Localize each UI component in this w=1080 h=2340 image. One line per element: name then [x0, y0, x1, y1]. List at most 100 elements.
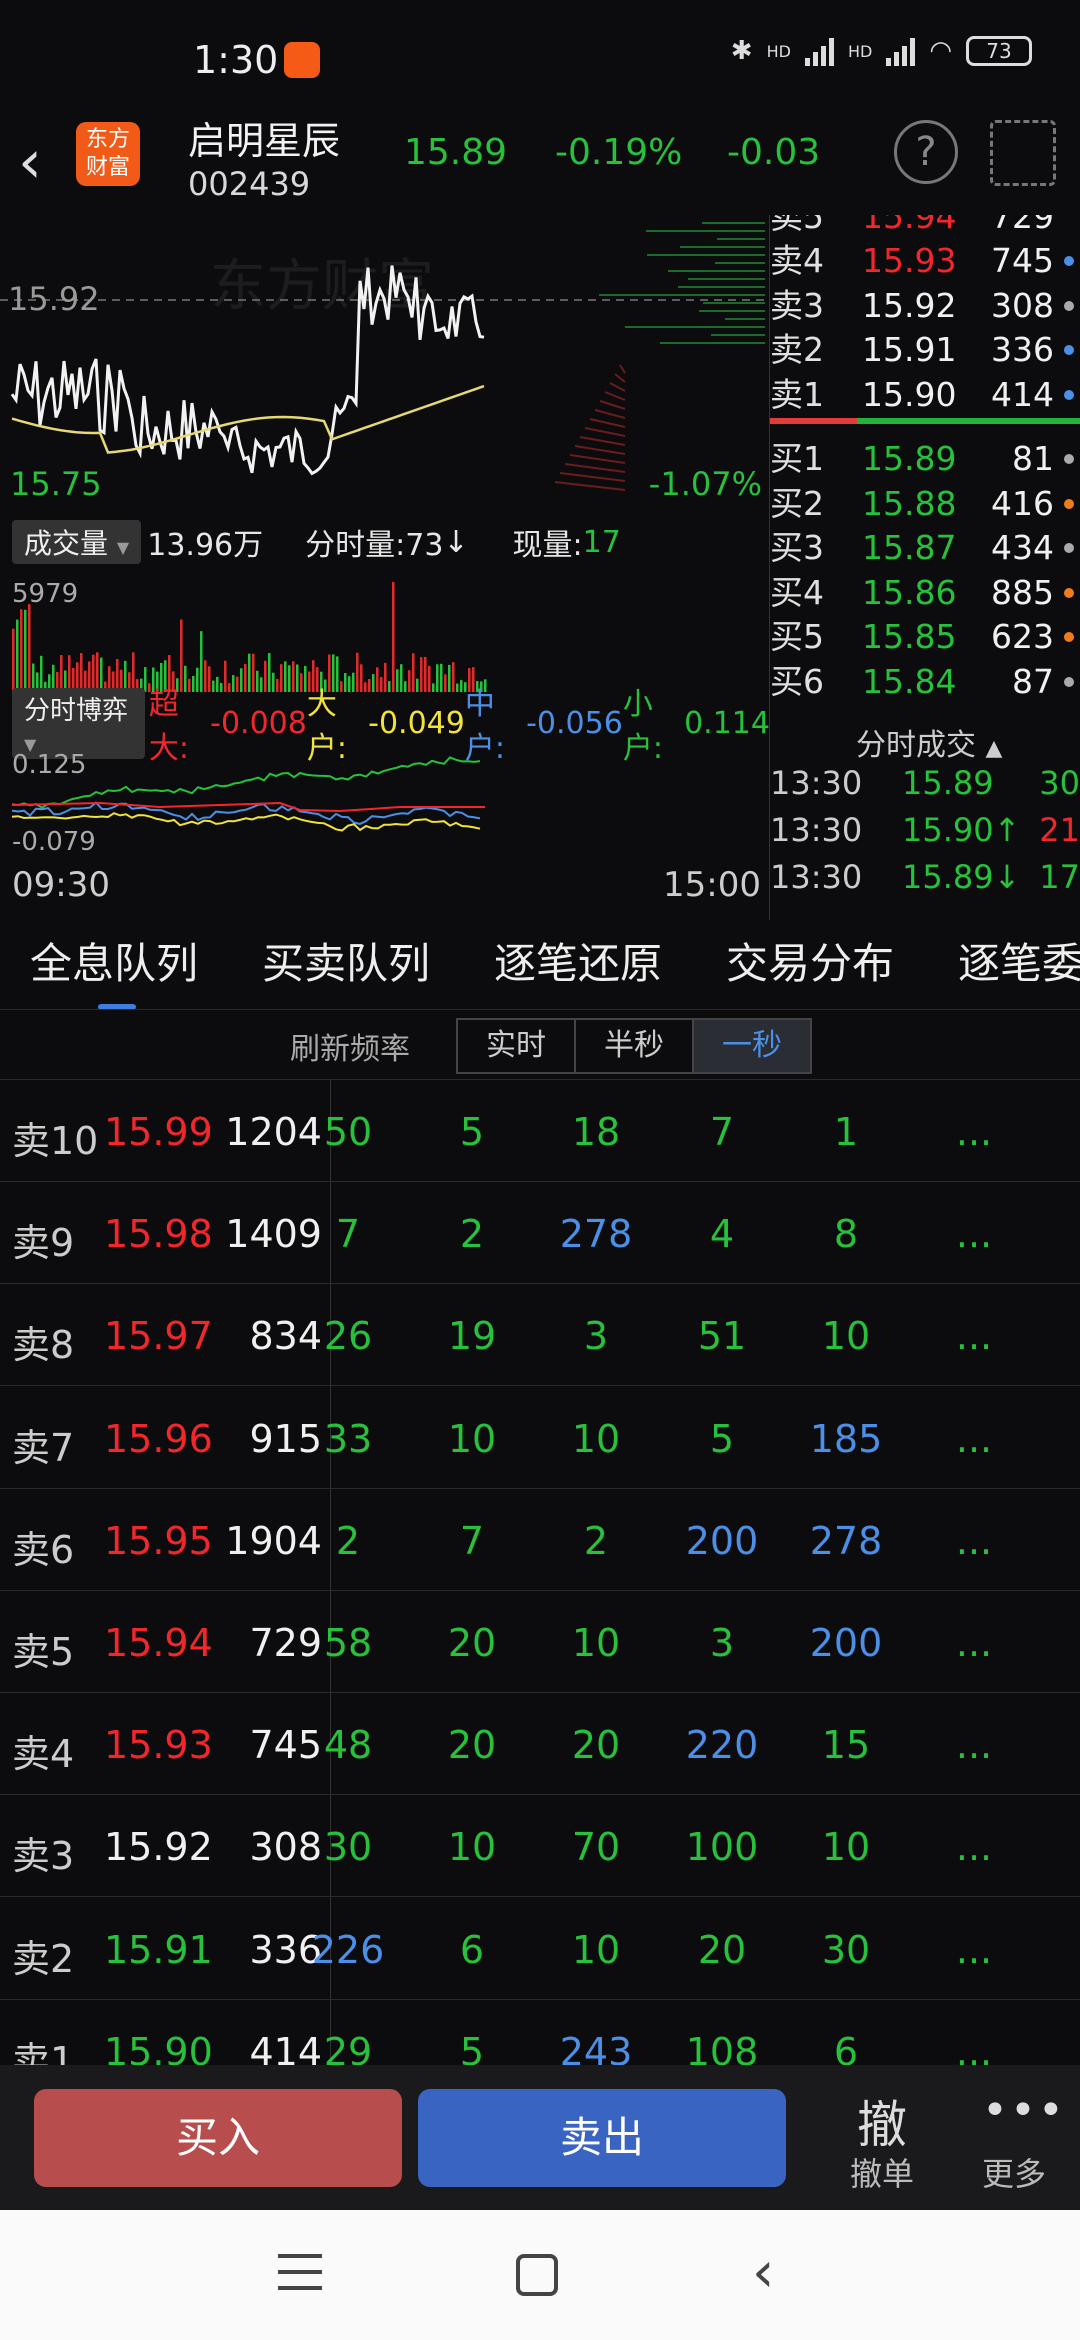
- notification-app-icon: [284, 42, 320, 78]
- intraday-chart[interactable]: 东方财富 15.92 15.75 -1.07% 成交量 ▼ 13.96万 分时量…: [0, 215, 770, 920]
- tab-0[interactable]: 全息队列: [30, 930, 198, 991]
- queue-row[interactable]: 卖4 15.93 745 48 20 20 220 15...: [0, 1693, 1080, 1796]
- order-book-label: 买6: [770, 661, 824, 701]
- cancel-order-icon[interactable]: 撤: [850, 2085, 914, 2157]
- buy-button[interactable]: 买入: [34, 2089, 402, 2187]
- queue-more-cell[interactable]: ...: [929, 1314, 1019, 1358]
- tick-trades[interactable]: 分时成交 ▲ 13:30 15.89 30 13:30 15.90↑ 21 13:3…: [770, 720, 1080, 915]
- queue-more-cell[interactable]: ...: [929, 1928, 1019, 1972]
- tab-4[interactable]: 逐笔委: [958, 930, 1080, 991]
- volume-bar: [256, 670, 259, 692]
- queue-order-cell: 15: [821, 1723, 871, 1768]
- queue-order-cell: 5: [709, 1416, 735, 1461]
- cancel-order-button[interactable]: 撤单: [850, 2149, 914, 2195]
- status-bar: 1:30 ✱ HD HD ◠ 73: [0, 0, 1080, 110]
- change-amount: -0.03: [727, 132, 821, 173]
- queue-row[interactable]: 卖9 15.98 1409 7 2 278 4 8...: [0, 1182, 1080, 1285]
- order-book-label: 买2: [770, 483, 824, 523]
- back-button[interactable]: ‹: [18, 122, 68, 202]
- queue-row[interactable]: 卖3 15.92 308 30 10 70 100 10...: [0, 1795, 1080, 1898]
- refresh-option-2[interactable]: 一秒: [692, 1018, 812, 1074]
- queue-order-cell: 7: [709, 1110, 735, 1154]
- queue-more-cell[interactable]: ...: [929, 1519, 1019, 1563]
- refresh-option-1[interactable]: 半秒: [574, 1018, 694, 1074]
- queue-more-cell[interactable]: ...: [929, 1723, 1019, 1767]
- queue-more-cell[interactable]: ...: [929, 1110, 1019, 1154]
- order-book-label: 买5: [770, 617, 824, 656]
- queue-order-cell: 10: [571, 1621, 621, 1665]
- mid-flow-line: [11, 801, 481, 825]
- queue-more-cell[interactable]: ...: [929, 1212, 1019, 1256]
- queue-row[interactable]: 卖5 15.94 729 58 20 10 3 200...: [0, 1591, 1080, 1693]
- order-book-label: 买3: [770, 528, 824, 567]
- volume-bar: [268, 653, 271, 692]
- queue-price: 15.90: [104, 2029, 213, 2065]
- dot-icon: [1064, 256, 1074, 266]
- order-book-buy-row[interactable]: 买1 15.89 81: [770, 437, 1080, 481]
- volume-bar: [372, 674, 375, 692]
- layout-switch-icon[interactable]: [990, 120, 1056, 186]
- tick-time: 13:30: [770, 858, 863, 896]
- order-book-sell-row[interactable]: 卖1 15.90 414: [770, 373, 1080, 417]
- app-logo: 东方 财富: [76, 122, 140, 186]
- order-book[interactable]: 卖5 15.94 729 卖4 15.93 745 卖3 15.92 308 卖2 …: [770, 215, 1080, 720]
- arrow-down-icon: ↓: [443, 524, 469, 560]
- volume-bar: [12, 628, 15, 692]
- queue-row[interactable]: 卖6 15.95 1904 2 7 2 200 278...: [0, 1489, 1080, 1591]
- hd-label-2: HD: [847, 41, 873, 61]
- queue-order-cell: 185: [809, 1416, 883, 1461]
- fund-flow-label: 分时博弈: [24, 695, 129, 726]
- tick-trades-title[interactable]: 分时成交 ▲: [856, 720, 1002, 764]
- queue-row[interactable]: 卖10 15.99 1204 50 5 18 7 1...: [0, 1080, 1080, 1182]
- recent-apps-icon[interactable]: [278, 2254, 322, 2294]
- queue-order-cell: 30: [323, 1825, 373, 1870]
- tab-1[interactable]: 买卖队列: [262, 930, 430, 991]
- dot-icon: [1064, 300, 1074, 311]
- queue-order-cell: 3: [709, 1621, 735, 1665]
- more-button[interactable]: 更多: [982, 2149, 1046, 2195]
- volume-bar: [412, 653, 415, 692]
- queue-more-cell[interactable]: ...: [929, 1417, 1019, 1461]
- volume-bar: [420, 657, 423, 692]
- queue-row[interactable]: 卖7 15.96 915 33 10 10 5 185...: [0, 1387, 1080, 1489]
- order-book-buy-row[interactable]: 买6 15.84 87: [770, 660, 1080, 704]
- tab-2[interactable]: 逐笔还原: [494, 930, 662, 991]
- volume-selector[interactable]: 成交量 ▼: [12, 520, 142, 564]
- queue-more-cell[interactable]: ...: [929, 2030, 1019, 2065]
- tick-row: 13:30 15.90↑ 21: [770, 807, 1080, 853]
- queue-row[interactable]: 卖2 15.91 336 226 6 10 20 30...: [0, 1898, 1080, 2000]
- order-book-buy-row[interactable]: 买5 15.85 623: [770, 615, 1080, 659]
- order-book-buy-row[interactable]: 买4 15.86 885: [770, 571, 1080, 615]
- depth-bar: [604, 391, 626, 401]
- refresh-option-0[interactable]: 实时: [456, 1018, 576, 1074]
- home-icon[interactable]: [516, 2254, 558, 2296]
- queue-order-cell: 2: [459, 1212, 485, 1257]
- queue-order-cell: 30: [821, 1927, 871, 1972]
- dot-icon: [1064, 454, 1074, 464]
- volume-bar: [132, 652, 135, 692]
- help-icon[interactable]: ?: [894, 120, 958, 184]
- order-book-sell-row[interactable]: 卖4 15.93 745: [770, 239, 1080, 283]
- refresh-label: 刷新频率: [290, 1032, 410, 1067]
- order-book-buy-row[interactable]: 买3 15.87 434: [770, 526, 1080, 570]
- order-book-sell-row[interactable]: 卖3 15.92 308: [770, 284, 1080, 328]
- queue-row[interactable]: 卖8 15.97 834 26 19 3 51 10...: [0, 1284, 1080, 1387]
- queue-row[interactable]: 卖1 15.90 414 29 5 243 108 6...: [0, 2000, 1080, 2065]
- queue-order-cell: 20: [447, 1723, 497, 1768]
- order-book-sell-row[interactable]: 卖2 15.91 336: [770, 328, 1080, 372]
- queue-price: 15.95: [104, 1518, 213, 1563]
- more-icon[interactable]: •••: [982, 2085, 1064, 2136]
- volume-bar: [368, 679, 371, 692]
- queue-more-cell[interactable]: ...: [929, 1621, 1019, 1665]
- nav-back-icon[interactable]: ‹: [752, 2240, 774, 2305]
- tab-3[interactable]: 交易分布: [726, 930, 894, 991]
- queue-more-cell[interactable]: ...: [929, 1825, 1019, 1869]
- sell-button[interactable]: 卖出: [418, 2089, 786, 2187]
- order-book-buy-row[interactable]: 买2 15.88 416: [770, 482, 1080, 526]
- dot-icon: [1064, 632, 1074, 642]
- queue-order-cell: 5: [459, 1110, 485, 1154]
- tick-row: 13:30 15.89 30: [770, 760, 1080, 806]
- volume-bar: [424, 656, 427, 692]
- tick-row: 13:30 15.89↓ 17: [770, 854, 1080, 900]
- queue-order-cell: 226: [311, 1927, 385, 1972]
